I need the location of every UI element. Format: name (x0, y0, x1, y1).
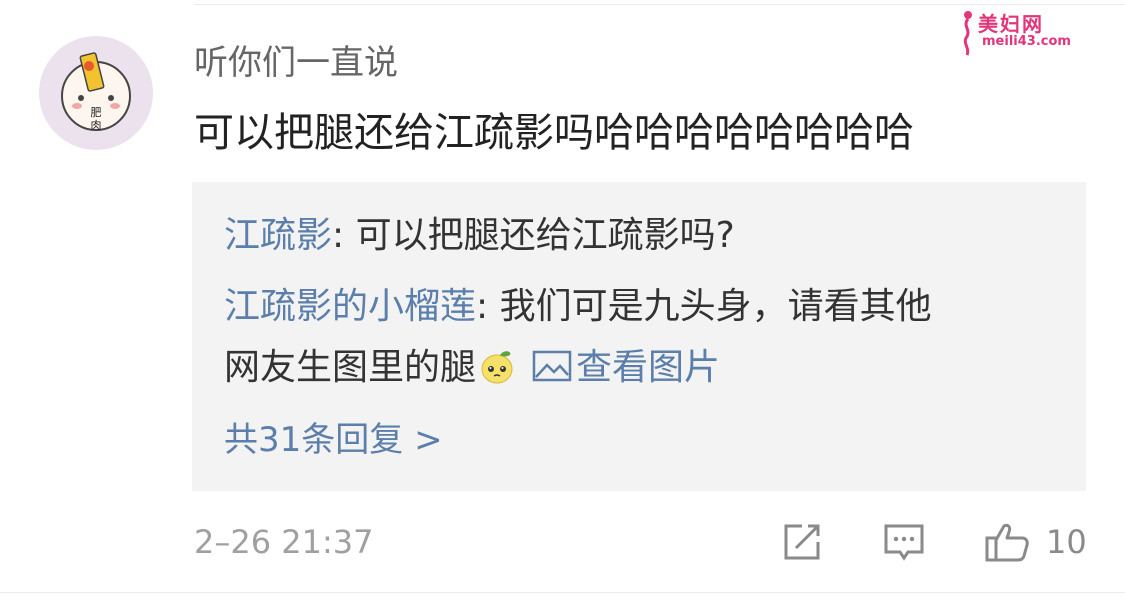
reply-item-continued: 网友生图里的腿 查看图片 (224, 344, 720, 398)
comment-icon (884, 524, 924, 561)
reply-item[interactable]: 江疏影的小榴莲: 我们可是九头身，请看其他 (224, 283, 932, 331)
avatar-text-top: 肥 (91, 106, 102, 119)
thumbs-up-icon (985, 523, 1029, 562)
watermark-url: meili43.com (982, 34, 1071, 49)
reply-text: 我们可是九头身，请看其他 (499, 286, 932, 327)
reply-separator: : (332, 215, 356, 256)
like-count: 10 (1046, 523, 1087, 561)
woman-figure-icon (963, 11, 972, 56)
view-picture-link[interactable]: 查看图片 (532, 347, 720, 388)
comment-username[interactable]: 听你们一直说 (194, 40, 398, 86)
avatar[interactable]: 肥 肉 (39, 36, 153, 150)
comment-button[interactable] (882, 520, 926, 564)
image-icon (532, 350, 572, 382)
pear-face-emoji-icon (478, 347, 516, 398)
comment-timestamp: 2–26 21:37 (194, 523, 374, 561)
share-button[interactable] (780, 520, 824, 564)
like-button[interactable] (984, 520, 1030, 564)
avatar-illustration: 肥 肉 (61, 52, 131, 132)
comment-text: 可以把腿还给江疏影吗哈哈哈哈哈哈哈哈 (194, 110, 914, 156)
view-picture-label[interactable]: 查看图片 (576, 347, 720, 388)
avatar-text-bottom: 肉 (91, 119, 102, 132)
replies-panel[interactable]: 江疏影: 可以把腿还给江疏影吗? 江疏影的小榴莲: 我们可是九头身，请看其他 网… (192, 182, 1086, 491)
reply-count-link[interactable]: 共31条回复 > (224, 417, 443, 463)
reply-item[interactable]: 江疏影: 可以把腿还给江疏影吗? (224, 212, 735, 260)
watermark-title: 美妇网 (978, 12, 1044, 36)
reply-author[interactable]: 江疏影的小榴莲 (224, 286, 476, 327)
share-icon (784, 524, 820, 560)
reply-separator: : (476, 286, 500, 327)
reply-text-continued: 网友生图里的腿 (224, 347, 477, 388)
top-divider (194, 4, 1125, 5)
reply-text: 可以把腿还给江疏影吗? (355, 215, 735, 256)
watermark-logo: 美妇网 meili43.com (958, 8, 1078, 56)
reply-author[interactable]: 江疏影 (224, 215, 332, 256)
bottom-divider (0, 592, 1125, 593)
